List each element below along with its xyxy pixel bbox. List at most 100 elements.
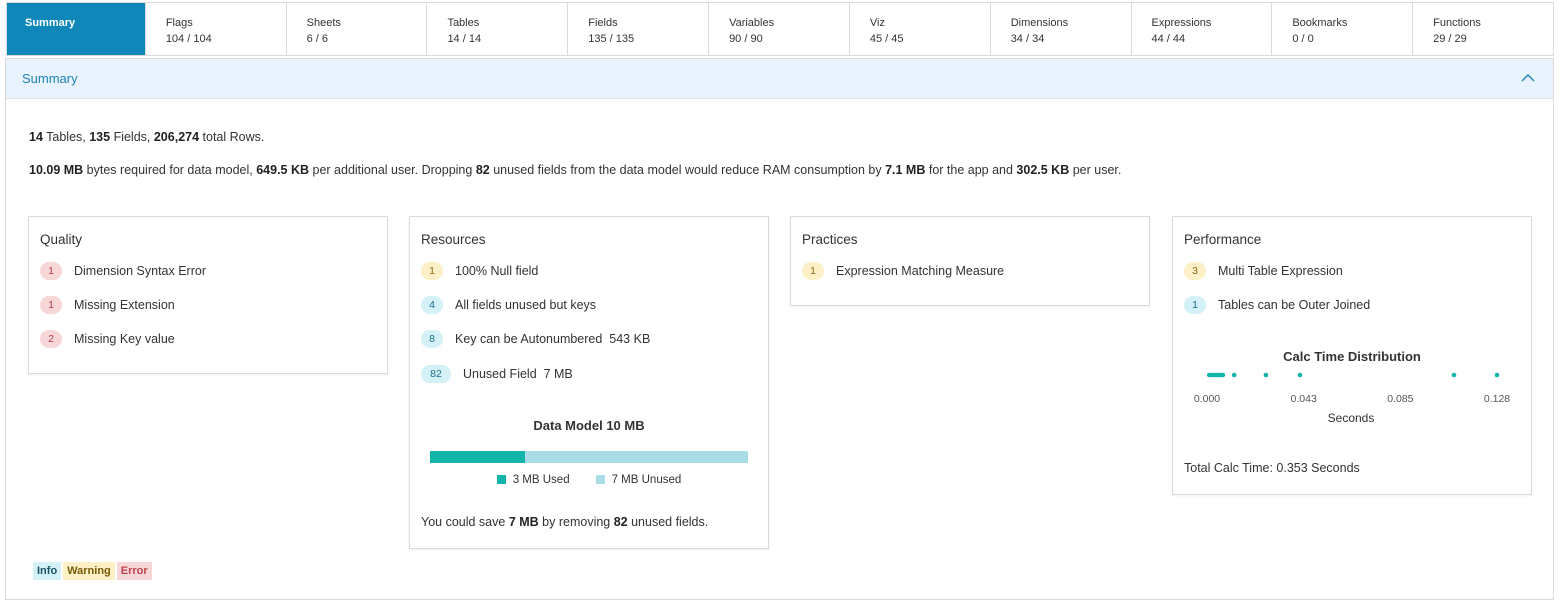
tab-label: Functions [1433,17,1481,29]
tab-viz[interactable]: Viz 45 / 45 [849,3,991,55]
panel-title: Summary [22,71,78,86]
summary-panel-header[interactable]: Summary [6,59,1553,99]
tab-count: 104 / 104 [165,33,212,45]
quality-item[interactable]: 1 Missing Extension [40,295,175,315]
resources-item[interactable]: 4 All fields unused but keys [421,295,596,315]
resources-item[interactable]: 82 Unused Field 7 MB [421,364,573,384]
calc-time-point [1451,372,1457,378]
tables-count: 14 [29,130,43,144]
per-user-text: per additional user. Dropping [309,163,476,177]
rows-count: 206,274 [153,130,200,144]
save-mid: by removing [538,515,614,529]
dm-text: bytes required for data model, [83,163,257,177]
performance-item[interactable]: 3 Multi Table Expression [1184,261,1343,281]
tab-fields[interactable]: Fields 135 / 135 [568,3,710,55]
reduce-user-text: per user. [1069,163,1122,177]
tab-label: Expressions [1151,17,1212,29]
practices-card: Practices 1 Expression Matching Measure [790,216,1150,306]
quality-item-label: Missing Key value [74,332,175,346]
performance-item-label: Tables can be Outer Joined [1218,298,1371,312]
used-label: 3 MB Used [512,474,570,486]
warning-count-badge: 3 [1184,262,1206,280]
practices-title: Practices [802,232,858,247]
dm-size: 10.09 MB [29,163,84,177]
data-model-title: Data Model 10 MB [533,418,645,433]
performance-item-label: Multi Table Expression [1218,264,1343,278]
tab-label: Bookmarks [1292,17,1348,29]
save-post: unused fields. [627,515,709,529]
x-tick-label: 0.085 [1387,393,1413,405]
tab-count: 135 / 135 [588,33,635,45]
x-tick-label: 0.128 [1484,393,1510,405]
tab-count: 34 / 34 [1010,33,1045,45]
tab-label: Viz [869,17,885,29]
tab-count: 29 / 29 [1433,33,1467,45]
quality-card: Quality 1 Dimension Syntax Error 1 Missing… [28,216,388,374]
save-pre: You could save [421,515,509,529]
tab-label: Flags [165,17,193,29]
summary-counts-line: 14 Tables, 135 Fields, 206,274 total Row… [29,130,264,144]
unused-swatch [595,475,605,484]
unused-label: 7 MB Unused [611,474,682,486]
unused-legend: 7 MB Unused [595,474,682,486]
tab-bar: Summary Flags 104 / 104 Sheets 6 / 6 Tables 14… [6,2,1554,56]
calc-time-point [1494,372,1500,378]
practices-item[interactable]: 1 Expression Matching Measure [802,261,1004,281]
info-count-badge: 4 [421,296,443,314]
reduce-user: 302.5 KB [1016,163,1070,177]
summary-panel: Summary 14 Tables, 135 Fields, 206,274 t… [5,58,1554,600]
tab-sheets[interactable]: Sheets 6 / 6 [286,3,428,55]
reduce-app: 7.1 MB [885,163,926,177]
chart-title: Calc Time Distribution [1283,349,1421,364]
per-user-size: 649.5 KB [256,163,310,177]
tab-label: Fields [588,17,618,29]
x-tick-label: 0.043 [1291,393,1317,405]
tab-count: 90 / 90 [729,33,763,45]
practices-item-label: Expression Matching Measure [836,264,1005,278]
data-model-legend: 3 MB Used 7 MB Unused [410,474,768,486]
quality-item-label: Dimension Syntax Error [74,264,206,278]
save-count: 82 [613,515,628,529]
used-swatch [496,475,506,484]
data-model-used-fill [430,451,526,463]
info-count-badge: 8 [421,330,443,348]
data-model-bar [430,451,748,463]
tab-dimensions[interactable]: Dimensions 34 / 34 [990,3,1132,55]
resources-item-label: All fields unused but keys [455,298,597,312]
warning-count-badge: 1 [421,262,443,280]
resources-item-label: 100% Null field [455,264,539,278]
unused-count: 82 [475,163,490,177]
tab-bookmarks[interactable]: Bookmarks 0 / 0 [1272,3,1414,55]
chevron-up-icon[interactable] [1521,71,1535,85]
tab-variables[interactable]: Variables 90 / 90 [709,3,850,55]
calc-time-point [1231,372,1237,378]
tab-count: 0 / 0 [1292,33,1314,45]
tab-count: 44 / 44 [1151,33,1186,45]
x-axis-label: Seconds [1328,411,1375,425]
used-legend: 3 MB Used [496,474,570,486]
error-tag: Error [116,562,152,580]
quality-title: Quality [40,232,83,247]
tab-tables[interactable]: Tables 14 / 14 [427,3,569,55]
quality-item[interactable]: 1 Dimension Syntax Error [40,261,206,281]
info-tag: Info [33,562,62,580]
tab-summary[interactable]: Summary [7,3,146,55]
performance-item[interactable]: 1 Tables can be Outer Joined [1184,295,1370,315]
unused-text: unused fields from the data model would … [489,163,886,177]
info-count-badge: 1 [1184,296,1206,314]
error-count-badge: 2 [40,330,62,348]
resources-item-label: Key can be Autonumbered 543 KB [455,332,651,346]
tab-count: 45 / 45 [869,33,904,45]
fields-label: Fields, [110,130,154,144]
resources-item[interactable]: 1 100% Null field [421,261,538,281]
total-calc-time: Total Calc Time: 0.353 Seconds [1184,461,1360,475]
fields-count: 135 [89,130,111,144]
tab-label: Variables [729,17,775,29]
resources-item-label: Unused Field 7 MB [463,367,573,381]
resources-item[interactable]: 8 Key can be Autonumbered 543 KB [421,329,650,349]
tab-functions[interactable]: Functions 29 / 29 [1413,3,1553,55]
tab-expressions[interactable]: Expressions 44 / 44 [1131,3,1273,55]
quality-item[interactable]: 2 Missing Key value [40,329,175,349]
summary-memory-line: 10.09 MB bytes required for data model, … [29,163,1121,177]
tab-flags[interactable]: Flags 104 / 104 [145,3,287,55]
